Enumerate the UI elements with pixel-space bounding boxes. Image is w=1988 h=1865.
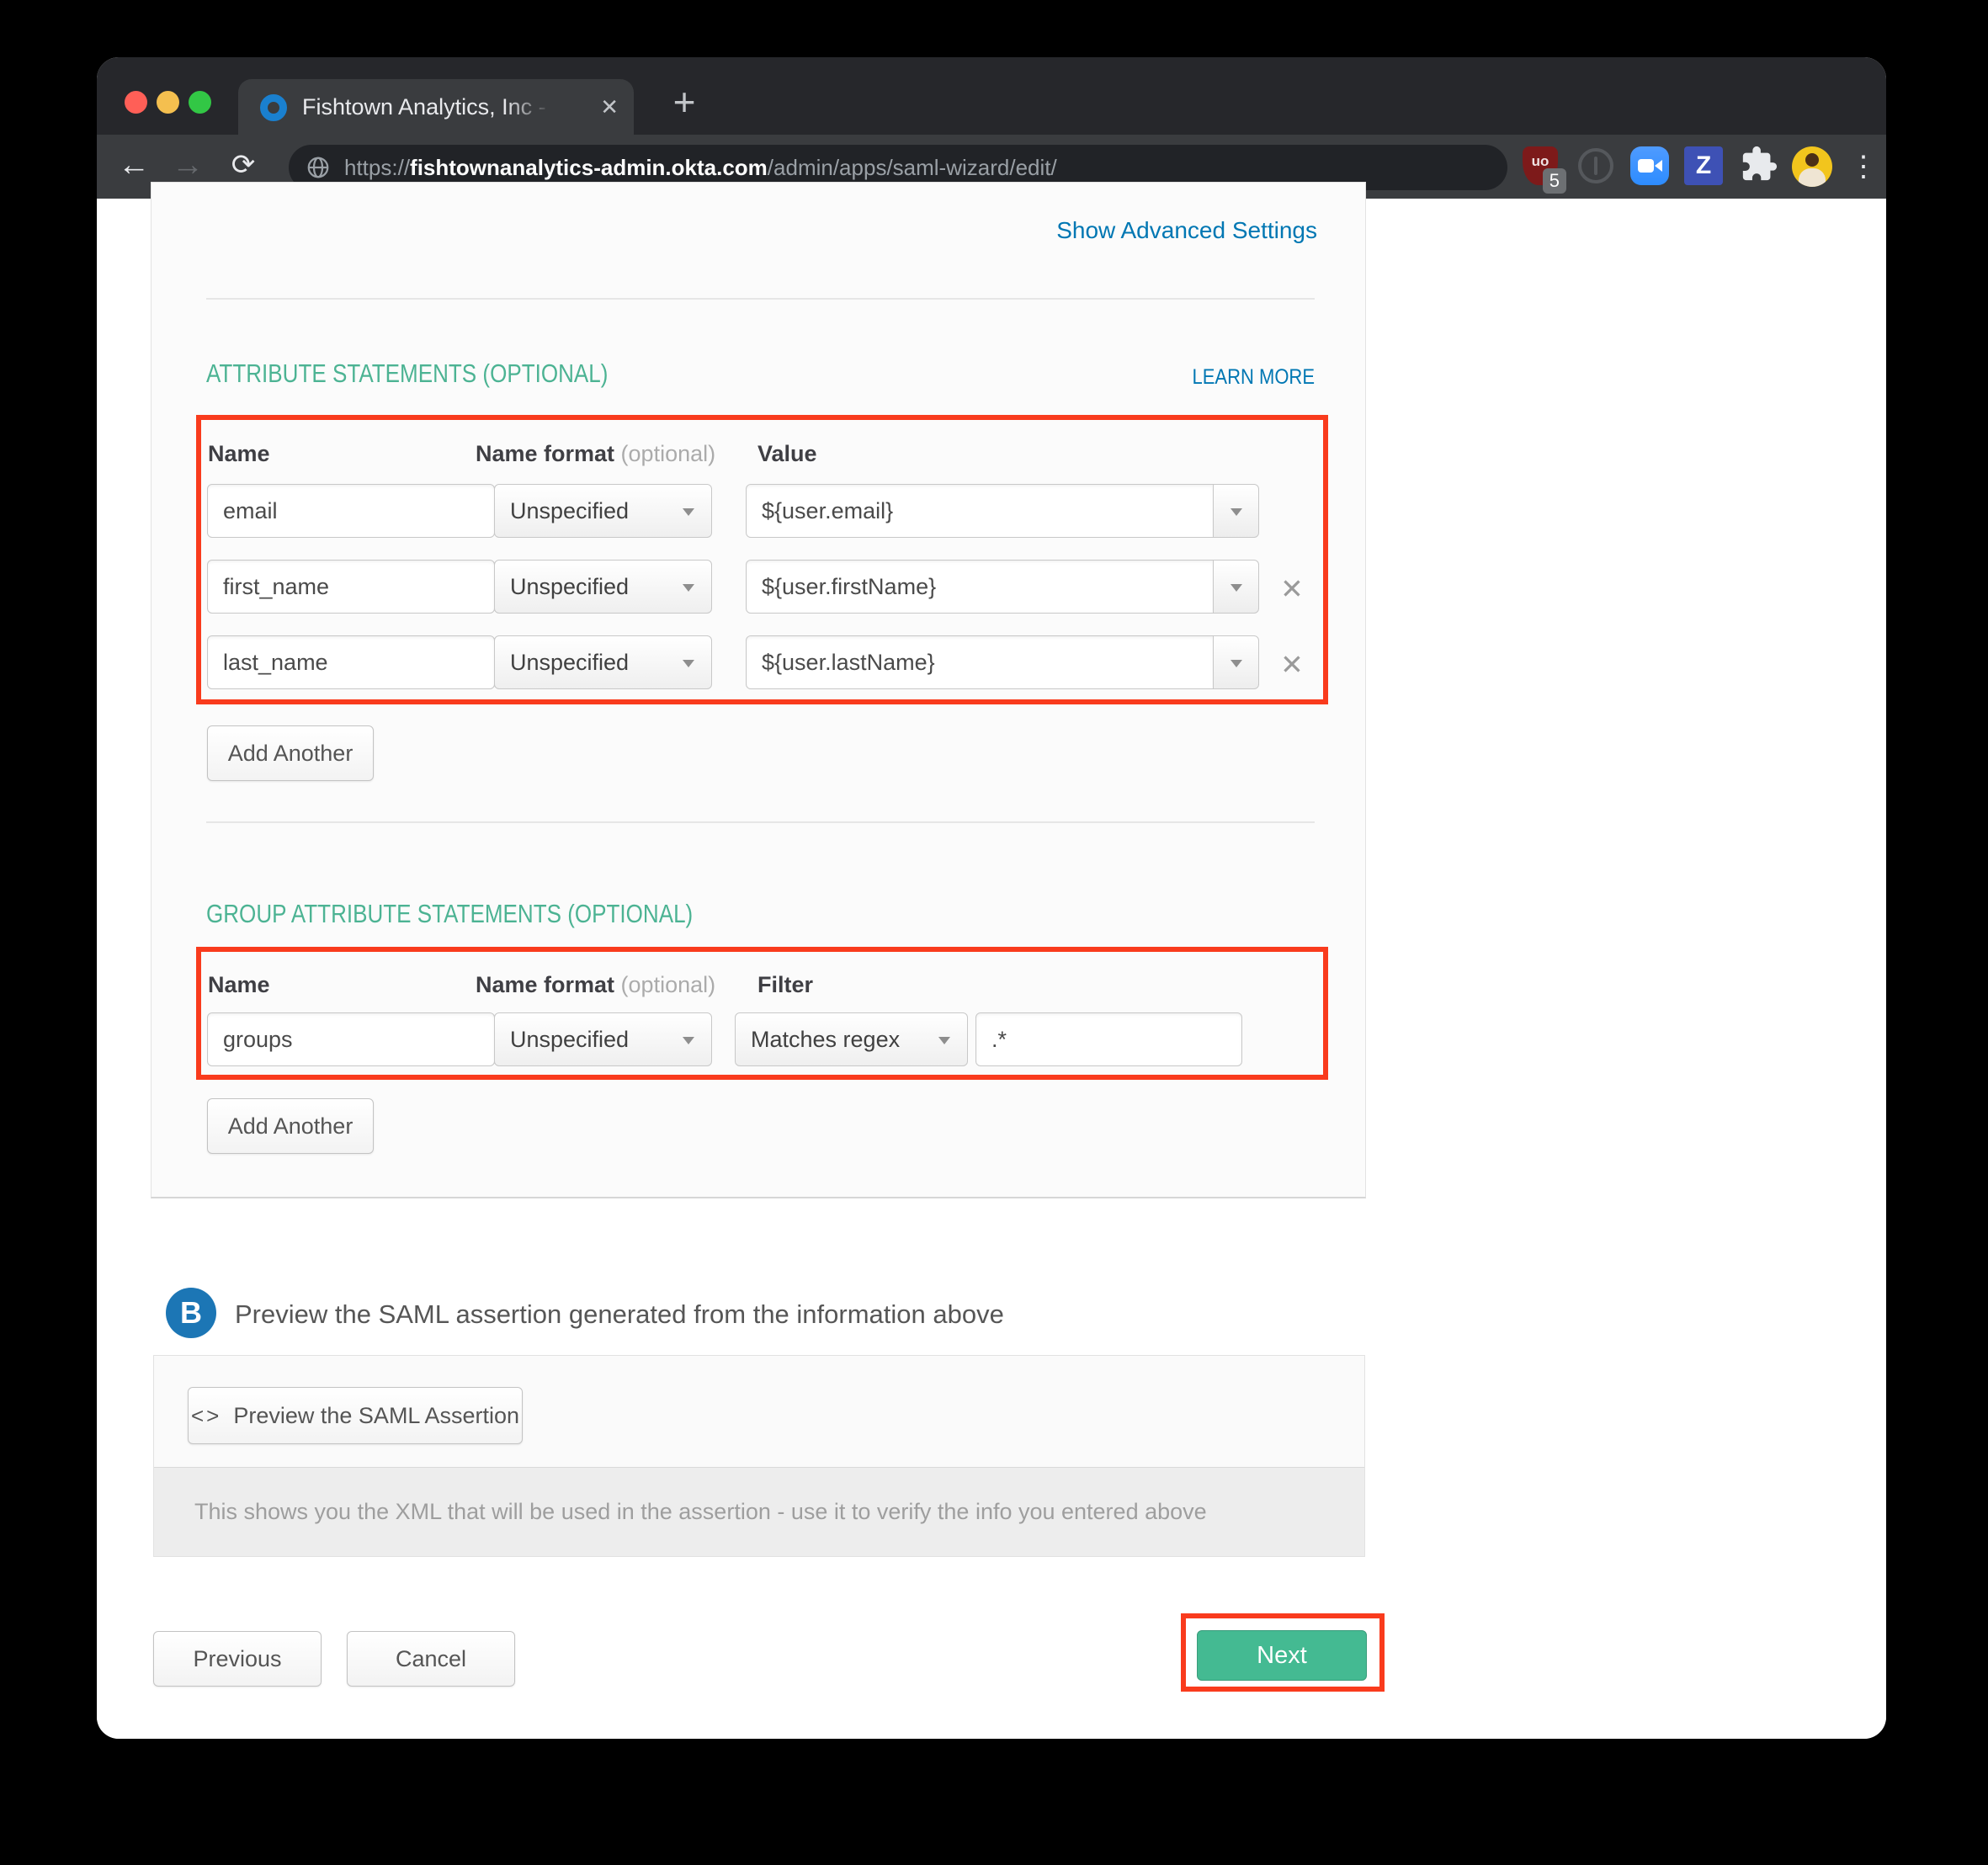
- preview-assertion-panel: <> Preview the SAML Assertion This shows…: [153, 1355, 1365, 1557]
- preview-section-heading: Preview the SAML assertion generated fro…: [235, 1299, 1004, 1330]
- browser-window: Fishtown Analytics, Inc - Applic ✕ + ← →…: [97, 57, 1886, 1739]
- tab-title-fade: [504, 79, 571, 135]
- attr-name-input[interactable]: email: [207, 484, 495, 538]
- browser-menu-icon[interactable]: ⋮: [1849, 146, 1866, 190]
- attr-name-format-select[interactable]: Unspecified: [494, 635, 712, 689]
- group-header-name: Name: [208, 972, 270, 998]
- group-header-name-format: Name format (optional): [476, 972, 715, 998]
- group-header-filter: Filter: [757, 972, 813, 998]
- show-advanced-settings-link[interactable]: Show Advanced Settings: [950, 217, 1317, 244]
- preview-note-strip: This shows you the XML that will be used…: [154, 1467, 1364, 1556]
- ublock-badge: 5: [1543, 168, 1566, 194]
- code-icon: <>: [191, 1403, 221, 1429]
- group-name-input[interactable]: groups: [207, 1012, 495, 1066]
- preview-saml-assertion-button[interactable]: <> Preview the SAML Assertion: [188, 1387, 523, 1444]
- add-another-button[interactable]: Add Another: [207, 725, 374, 781]
- attr-value-input[interactable]: ${user.firstName}: [746, 560, 1214, 614]
- profile-avatar[interactable]: [1792, 145, 1832, 189]
- attribute-statements-title: ATTRIBUTE STATEMENTS (OPTIONAL): [206, 359, 608, 389]
- attr-value-dropdown-button[interactable]: [1213, 484, 1259, 538]
- z-extension-icon[interactable]: Z: [1684, 145, 1725, 189]
- url-scheme: https://: [344, 155, 410, 180]
- okta-favicon-icon: [260, 94, 287, 121]
- tab-strip: Fishtown Analytics, Inc - Applic ✕ +: [97, 57, 1886, 135]
- divider: [206, 821, 1315, 823]
- ublock-extension-icon[interactable]: uo 5: [1521, 145, 1561, 189]
- minimize-window-button[interactable]: [157, 91, 179, 114]
- divider: [206, 298, 1315, 300]
- new-tab-button[interactable]: +: [659, 76, 710, 131]
- tab-close-icon[interactable]: ✕: [600, 79, 619, 135]
- url-path: /admin/apps/saml-wizard/edit/: [768, 155, 1057, 180]
- delete-row-icon[interactable]: ✕: [1275, 648, 1309, 681]
- group-name-format-select[interactable]: Unspecified: [494, 1012, 712, 1066]
- section-b-badge: B: [166, 1288, 216, 1338]
- group-filter-value-input[interactable]: .*: [975, 1012, 1242, 1066]
- cancel-button[interactable]: Cancel: [347, 1631, 515, 1687]
- attr-value-dropdown-button[interactable]: [1213, 560, 1259, 614]
- maximize-window-button[interactable]: [189, 91, 211, 114]
- attr-value-dropdown-button[interactable]: [1213, 635, 1259, 689]
- attr-header-value: Value: [757, 441, 817, 467]
- preview-note-text: This shows you the XML that will be used…: [194, 1499, 1207, 1525]
- attr-value-input[interactable]: ${user.lastName}: [746, 635, 1214, 689]
- attr-name-format-select[interactable]: Unspecified: [494, 560, 712, 614]
- close-window-button[interactable]: [125, 91, 147, 114]
- next-button[interactable]: Next: [1197, 1630, 1367, 1681]
- browser-tab[interactable]: Fishtown Analytics, Inc - Applic ✕: [238, 79, 634, 135]
- attr-name-input[interactable]: first_name: [207, 560, 495, 614]
- group-attribute-statements-title: GROUP ATTRIBUTE STATEMENTS (OPTIONAL): [206, 899, 693, 929]
- extensions-puzzle-icon[interactable]: [1740, 145, 1780, 189]
- add-another-button[interactable]: Add Another: [207, 1098, 374, 1154]
- page-content: Show Advanced Settings ATTRIBUTE STATEME…: [97, 199, 1886, 1739]
- previous-button[interactable]: Previous: [153, 1631, 322, 1687]
- learn-more-link[interactable]: LEARN MORE: [1018, 365, 1315, 390]
- attr-header-name: Name: [208, 441, 270, 467]
- attr-name-input[interactable]: last_name: [207, 635, 495, 689]
- attr-header-name-format: Name format (optional): [476, 441, 715, 467]
- globe-icon: [306, 155, 331, 180]
- attr-value-input[interactable]: ${user.email}: [746, 484, 1214, 538]
- group-filter-type-select[interactable]: Matches regex: [735, 1012, 968, 1066]
- zoom-extension-icon[interactable]: [1630, 145, 1671, 189]
- delete-row-icon[interactable]: ✕: [1275, 572, 1309, 605]
- attr-name-format-select[interactable]: Unspecified: [494, 484, 712, 538]
- password-extension-icon[interactable]: [1576, 145, 1617, 189]
- url-host: fishtownanalytics-admin.okta.com: [410, 155, 768, 180]
